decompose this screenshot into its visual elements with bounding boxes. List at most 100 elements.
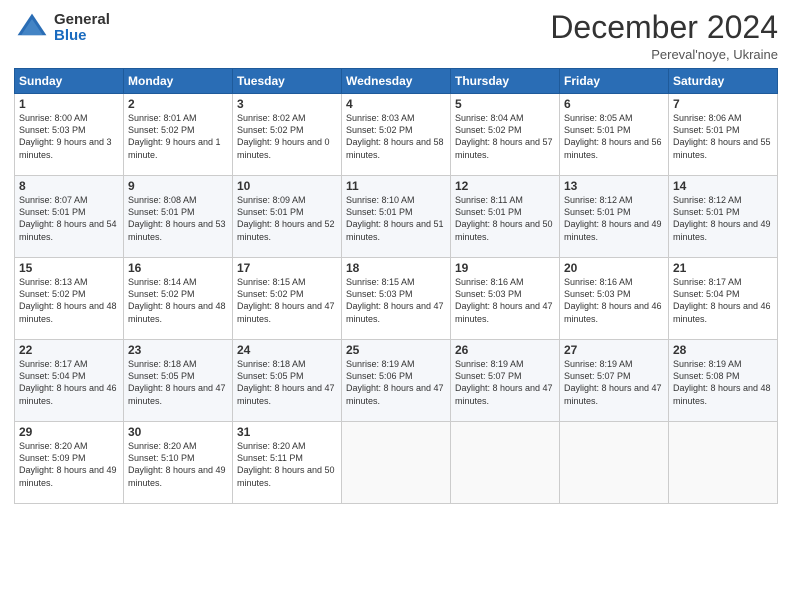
day-number: 4 (346, 97, 446, 111)
cell-info: Sunrise: 8:09 AMSunset: 5:01 PMDaylight:… (237, 195, 335, 241)
table-row: 22 Sunrise: 8:17 AMSunset: 5:04 PMDaylig… (15, 340, 124, 422)
header: General Blue December 2024 Pereval'noye,… (14, 10, 778, 62)
table-row: 16 Sunrise: 8:14 AMSunset: 5:02 PMDaylig… (124, 258, 233, 340)
col-friday: Friday (560, 69, 669, 94)
day-number: 31 (237, 425, 337, 439)
table-row: 31 Sunrise: 8:20 AMSunset: 5:11 PMDaylig… (233, 422, 342, 504)
calendar-week-row: 29 Sunrise: 8:20 AMSunset: 5:09 PMDaylig… (15, 422, 778, 504)
table-row: 23 Sunrise: 8:18 AMSunset: 5:05 PMDaylig… (124, 340, 233, 422)
logo-text: General Blue (54, 12, 110, 45)
logo-general-text: General (54, 12, 110, 29)
day-number: 30 (128, 425, 228, 439)
day-number: 7 (673, 97, 773, 111)
day-number: 9 (128, 179, 228, 193)
cell-info: Sunrise: 8:03 AMSunset: 5:02 PMDaylight:… (346, 113, 444, 159)
cell-info: Sunrise: 8:00 AMSunset: 5:03 PMDaylight:… (19, 113, 112, 159)
table-row: 21 Sunrise: 8:17 AMSunset: 5:04 PMDaylig… (669, 258, 778, 340)
table-row: 10 Sunrise: 8:09 AMSunset: 5:01 PMDaylig… (233, 176, 342, 258)
day-number: 3 (237, 97, 337, 111)
col-monday: Monday (124, 69, 233, 94)
day-number: 13 (564, 179, 664, 193)
table-row: 30 Sunrise: 8:20 AMSunset: 5:10 PMDaylig… (124, 422, 233, 504)
day-number: 17 (237, 261, 337, 275)
table-row: 12 Sunrise: 8:11 AMSunset: 5:01 PMDaylig… (451, 176, 560, 258)
cell-info: Sunrise: 8:04 AMSunset: 5:02 PMDaylight:… (455, 113, 553, 159)
table-row: 18 Sunrise: 8:15 AMSunset: 5:03 PMDaylig… (342, 258, 451, 340)
cell-info: Sunrise: 8:16 AMSunset: 5:03 PMDaylight:… (564, 277, 662, 323)
cell-info: Sunrise: 8:10 AMSunset: 5:01 PMDaylight:… (346, 195, 444, 241)
page: General Blue December 2024 Pereval'noye,… (0, 0, 792, 612)
logo-blue-text: Blue (54, 28, 110, 45)
location: Pereval'noye, Ukraine (550, 47, 778, 62)
table-row: 26 Sunrise: 8:19 AMSunset: 5:07 PMDaylig… (451, 340, 560, 422)
table-row: 7 Sunrise: 8:06 AMSunset: 5:01 PMDayligh… (669, 94, 778, 176)
table-row: 4 Sunrise: 8:03 AMSunset: 5:02 PMDayligh… (342, 94, 451, 176)
day-number: 19 (455, 261, 555, 275)
logo-icon (14, 10, 50, 46)
cell-info: Sunrise: 8:20 AMSunset: 5:10 PMDaylight:… (128, 441, 226, 487)
cell-info: Sunrise: 8:16 AMSunset: 5:03 PMDaylight:… (455, 277, 553, 323)
col-saturday: Saturday (669, 69, 778, 94)
table-row: 13 Sunrise: 8:12 AMSunset: 5:01 PMDaylig… (560, 176, 669, 258)
table-row: 20 Sunrise: 8:16 AMSunset: 5:03 PMDaylig… (560, 258, 669, 340)
table-row (342, 422, 451, 504)
cell-info: Sunrise: 8:06 AMSunset: 5:01 PMDaylight:… (673, 113, 771, 159)
day-number: 28 (673, 343, 773, 357)
cell-info: Sunrise: 8:19 AMSunset: 5:07 PMDaylight:… (564, 359, 662, 405)
col-sunday: Sunday (15, 69, 124, 94)
table-row: 2 Sunrise: 8:01 AMSunset: 5:02 PMDayligh… (124, 94, 233, 176)
day-number: 29 (19, 425, 119, 439)
day-number: 12 (455, 179, 555, 193)
table-row (669, 422, 778, 504)
table-row: 1 Sunrise: 8:00 AMSunset: 5:03 PMDayligh… (15, 94, 124, 176)
day-number: 2 (128, 97, 228, 111)
month-title: December 2024 (550, 10, 778, 45)
table-row: 29 Sunrise: 8:20 AMSunset: 5:09 PMDaylig… (15, 422, 124, 504)
cell-info: Sunrise: 8:20 AMSunset: 5:09 PMDaylight:… (19, 441, 117, 487)
day-number: 20 (564, 261, 664, 275)
table-row (560, 422, 669, 504)
cell-info: Sunrise: 8:08 AMSunset: 5:01 PMDaylight:… (128, 195, 226, 241)
calendar-week-row: 8 Sunrise: 8:07 AMSunset: 5:01 PMDayligh… (15, 176, 778, 258)
calendar-week-row: 15 Sunrise: 8:13 AMSunset: 5:02 PMDaylig… (15, 258, 778, 340)
cell-info: Sunrise: 8:12 AMSunset: 5:01 PMDaylight:… (673, 195, 771, 241)
cell-info: Sunrise: 8:14 AMSunset: 5:02 PMDaylight:… (128, 277, 226, 323)
cell-info: Sunrise: 8:05 AMSunset: 5:01 PMDaylight:… (564, 113, 662, 159)
table-row: 3 Sunrise: 8:02 AMSunset: 5:02 PMDayligh… (233, 94, 342, 176)
table-row (451, 422, 560, 504)
table-row: 17 Sunrise: 8:15 AMSunset: 5:02 PMDaylig… (233, 258, 342, 340)
day-number: 11 (346, 179, 446, 193)
table-row: 11 Sunrise: 8:10 AMSunset: 5:01 PMDaylig… (342, 176, 451, 258)
table-row: 25 Sunrise: 8:19 AMSunset: 5:06 PMDaylig… (342, 340, 451, 422)
cell-info: Sunrise: 8:11 AMSunset: 5:01 PMDaylight:… (455, 195, 553, 241)
table-row: 19 Sunrise: 8:16 AMSunset: 5:03 PMDaylig… (451, 258, 560, 340)
day-number: 25 (346, 343, 446, 357)
cell-info: Sunrise: 8:17 AMSunset: 5:04 PMDaylight:… (19, 359, 117, 405)
cell-info: Sunrise: 8:02 AMSunset: 5:02 PMDaylight:… (237, 113, 330, 159)
cell-info: Sunrise: 8:18 AMSunset: 5:05 PMDaylight:… (128, 359, 226, 405)
table-row: 6 Sunrise: 8:05 AMSunset: 5:01 PMDayligh… (560, 94, 669, 176)
cell-info: Sunrise: 8:19 AMSunset: 5:06 PMDaylight:… (346, 359, 444, 405)
day-number: 23 (128, 343, 228, 357)
day-number: 27 (564, 343, 664, 357)
cell-info: Sunrise: 8:07 AMSunset: 5:01 PMDaylight:… (19, 195, 117, 241)
col-tuesday: Tuesday (233, 69, 342, 94)
day-number: 26 (455, 343, 555, 357)
cell-info: Sunrise: 8:13 AMSunset: 5:02 PMDaylight:… (19, 277, 117, 323)
title-block: December 2024 Pereval'noye, Ukraine (550, 10, 778, 62)
table-row: 24 Sunrise: 8:18 AMSunset: 5:05 PMDaylig… (233, 340, 342, 422)
day-number: 21 (673, 261, 773, 275)
calendar-week-row: 1 Sunrise: 8:00 AMSunset: 5:03 PMDayligh… (15, 94, 778, 176)
day-number: 14 (673, 179, 773, 193)
day-number: 18 (346, 261, 446, 275)
table-row: 15 Sunrise: 8:13 AMSunset: 5:02 PMDaylig… (15, 258, 124, 340)
logo: General Blue (14, 10, 110, 46)
calendar-table: Sunday Monday Tuesday Wednesday Thursday… (14, 68, 778, 504)
calendar-week-row: 22 Sunrise: 8:17 AMSunset: 5:04 PMDaylig… (15, 340, 778, 422)
cell-info: Sunrise: 8:19 AMSunset: 5:08 PMDaylight:… (673, 359, 771, 405)
day-number: 6 (564, 97, 664, 111)
table-row: 9 Sunrise: 8:08 AMSunset: 5:01 PMDayligh… (124, 176, 233, 258)
table-row: 14 Sunrise: 8:12 AMSunset: 5:01 PMDaylig… (669, 176, 778, 258)
col-wednesday: Wednesday (342, 69, 451, 94)
table-row: 8 Sunrise: 8:07 AMSunset: 5:01 PMDayligh… (15, 176, 124, 258)
